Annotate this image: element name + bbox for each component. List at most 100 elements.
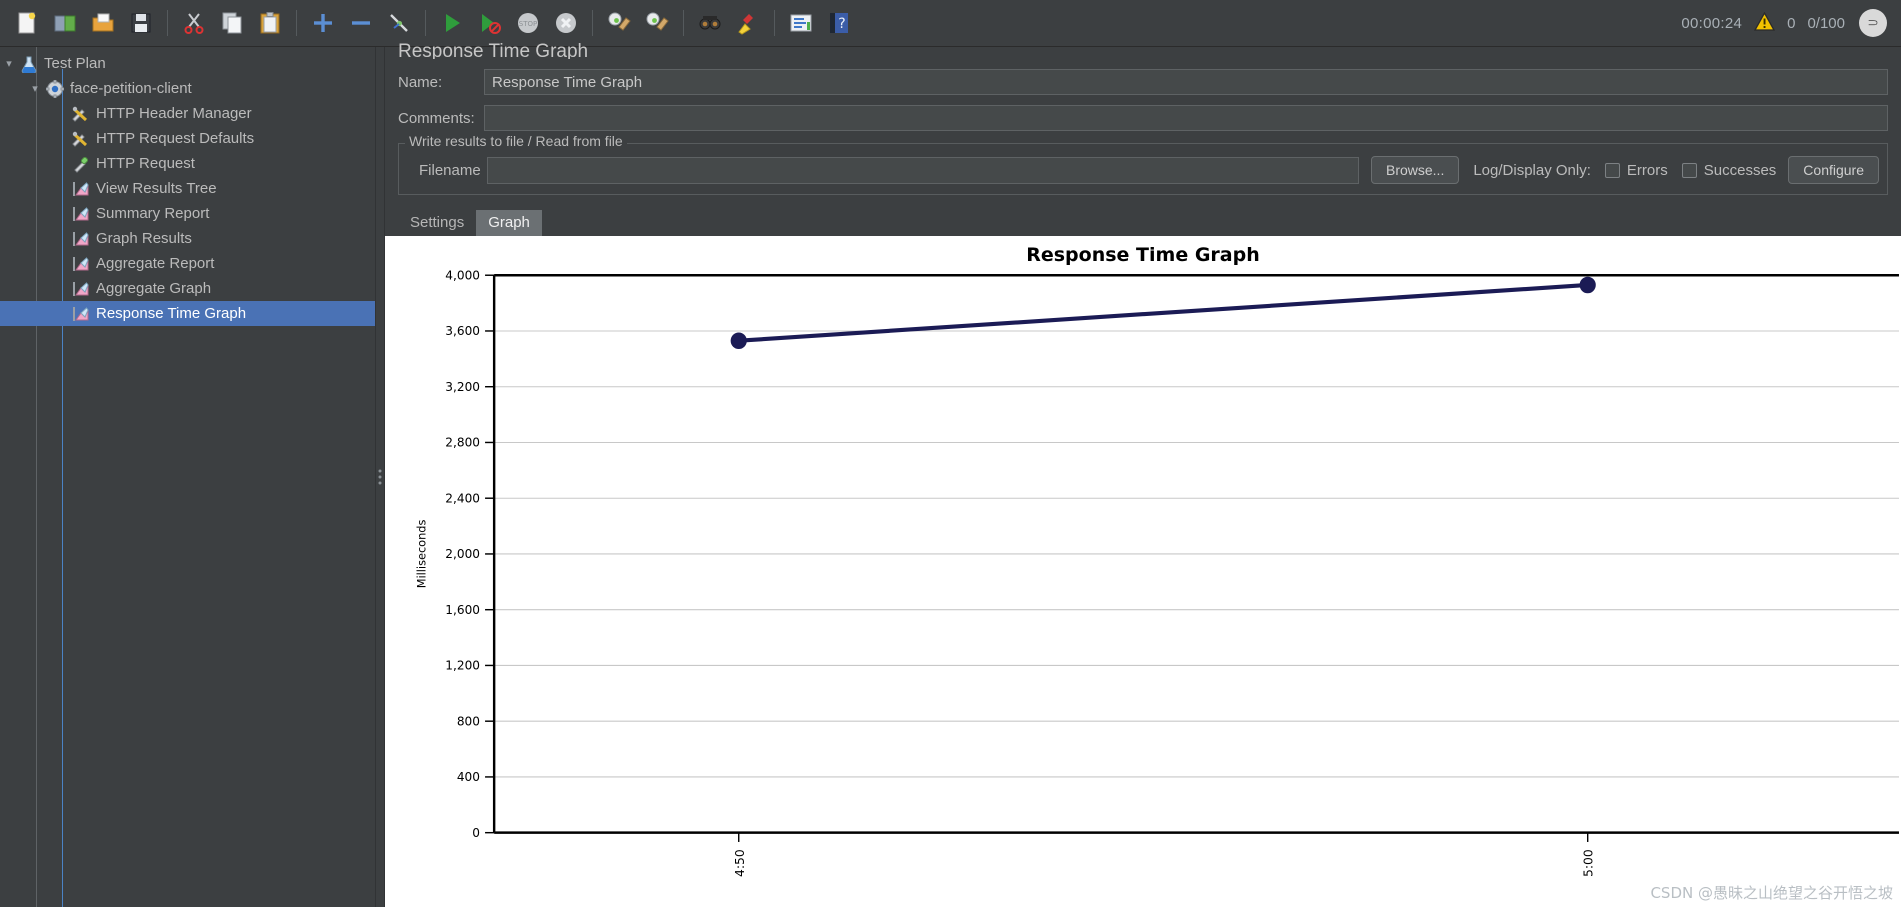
- configure-button[interactable]: Configure: [1788, 156, 1879, 184]
- tree-item-view-results-tree[interactable]: View Results Tree: [0, 176, 375, 201]
- clear-icon[interactable]: [602, 6, 636, 40]
- config-tools-icon: [70, 105, 92, 123]
- reset-search-icon[interactable]: [731, 6, 765, 40]
- tree-item-http-header-manager[interactable]: HTTP Header Manager: [0, 101, 375, 126]
- tree-item-aggregate-report[interactable]: Aggregate Report: [0, 251, 375, 276]
- shutdown-icon[interactable]: [549, 6, 583, 40]
- tree-item-test-plan[interactable]: ▾ Test Plan: [0, 51, 375, 76]
- chart-title: Response Time Graph: [1026, 244, 1260, 266]
- y-tick-label: 1,600: [445, 603, 480, 617]
- search-icon[interactable]: [693, 6, 727, 40]
- tree-item-http-request[interactable]: HTTP Request: [0, 151, 375, 176]
- toolbar-separator: [167, 10, 168, 36]
- svg-text:STOP: STOP: [519, 20, 537, 28]
- cut-icon[interactable]: [177, 6, 211, 40]
- tree-item-aggregate-graph[interactable]: Aggregate Graph: [0, 276, 375, 301]
- errors-checkbox-box[interactable]: [1604, 162, 1620, 178]
- errors-checkbox[interactable]: Errors: [1604, 162, 1668, 179]
- listener-chart-icon: [70, 205, 92, 223]
- flask-icon: [18, 55, 40, 73]
- tree-item-label: Aggregate Report: [96, 255, 215, 272]
- tree-item-label: View Results Tree: [96, 180, 217, 197]
- comments-input[interactable]: [484, 105, 1888, 131]
- y-tick-label: 4,000: [445, 268, 480, 282]
- comments-label: Comments:: [398, 109, 475, 127]
- stop-icon[interactable]: STOP: [511, 6, 545, 40]
- y-tick-label: 3,200: [445, 380, 480, 394]
- open-icon[interactable]: [86, 6, 120, 40]
- svg-text:?: ?: [838, 16, 845, 32]
- save-icon[interactable]: [124, 6, 158, 40]
- response-time-chart[interactable]: Response Time Graph 0 400 800 1,200 1,600 2,0…: [385, 236, 1901, 907]
- name-label: Name:: [398, 73, 443, 91]
- new-icon[interactable]: [10, 6, 44, 40]
- toolbar-separator: [683, 10, 684, 36]
- y-tick-label: 800: [457, 714, 480, 728]
- chevron-down-icon[interactable]: ▾: [0, 57, 18, 70]
- tree-item-label: Graph Results: [96, 230, 192, 247]
- toolbar-status: 00:00:24 0 0/100 ⸧: [1681, 9, 1893, 37]
- data-point-marker[interactable]: [730, 332, 747, 349]
- warning-icon[interactable]: [1754, 11, 1776, 34]
- tree-item-label: Response Time Graph: [96, 305, 247, 322]
- listener-chart-icon: [70, 305, 92, 323]
- collapse-icon[interactable]: [344, 6, 378, 40]
- start-no-pauses-icon[interactable]: [473, 6, 507, 40]
- y-axis-title: Milliseconds: [416, 519, 429, 588]
- help-icon[interactable]: ?: [822, 6, 856, 40]
- templates-icon[interactable]: [48, 6, 82, 40]
- chevron-down-icon[interactable]: ▾: [26, 82, 44, 95]
- toolbar-separator: [296, 10, 297, 36]
- function-helper-icon[interactable]: [784, 6, 818, 40]
- test-plan-tree[interactable]: ▾ Test Plan ▾ face-petition-client HTTP Head…: [0, 47, 375, 907]
- editor-tabs: Settings Graph: [398, 209, 1901, 236]
- y-tick-label: 400: [457, 770, 480, 784]
- name-input[interactable]: [484, 69, 1888, 95]
- series-line: [738, 282, 1588, 343]
- tree-item-label: Summary Report: [96, 205, 210, 222]
- clear-all-icon[interactable]: [640, 6, 674, 40]
- tab-settings[interactable]: Settings: [398, 210, 476, 236]
- tree-item-graph-results[interactable]: Graph Results: [0, 226, 375, 251]
- expand-icon[interactable]: [306, 6, 340, 40]
- successes-checkbox-box[interactable]: [1681, 162, 1697, 178]
- data-point-marker[interactable]: [1579, 276, 1596, 294]
- tree-item-label: face-petition-client: [70, 80, 192, 97]
- listener-chart-icon: [70, 255, 92, 273]
- filename-input[interactable]: [487, 156, 1359, 184]
- splitter-grip-icon: [378, 469, 382, 485]
- filename-row: Filename Browse... Log/Display Only: Err…: [407, 156, 1879, 184]
- tree-item-face-petition-client[interactable]: ▾ face-petition-client: [0, 76, 375, 101]
- listener-chart-icon: [70, 280, 92, 298]
- log-display-only-label: Log/Display Only:: [1473, 161, 1591, 179]
- comments-row: Comments:: [385, 105, 1901, 131]
- successes-checkbox-label: Successes: [1703, 161, 1777, 179]
- filename-label: Filename: [419, 161, 481, 179]
- y-tick-label: 2,000: [445, 547, 480, 561]
- tree-item-label: Test Plan: [44, 55, 106, 72]
- successes-checkbox[interactable]: Successes: [1681, 161, 1777, 179]
- tree-item-summary-report[interactable]: Summary Report: [0, 201, 375, 226]
- start-icon[interactable]: [435, 6, 469, 40]
- tab-graph[interactable]: Graph: [476, 210, 542, 236]
- thread-group-icon: [44, 79, 66, 98]
- remote-status-icon[interactable]: ⸧: [1859, 9, 1887, 37]
- elapsed-timer: 00:00:24: [1681, 14, 1743, 32]
- x-tick-label: 4:50: [733, 849, 747, 877]
- tree-item-label: HTTP Header Manager: [96, 105, 252, 122]
- y-tick-label: 2,800: [445, 435, 480, 449]
- active-threads-count: 0/100: [1807, 14, 1845, 32]
- tree-item-response-time-graph[interactable]: Response Time Graph: [0, 301, 375, 326]
- name-row: Name:: [385, 69, 1901, 95]
- tree-item-label: HTTP Request: [96, 155, 195, 172]
- toggle-icon[interactable]: [382, 6, 416, 40]
- panel-splitter[interactable]: [375, 47, 385, 907]
- toolbar-separator: [592, 10, 593, 36]
- tree-item-http-request-defaults[interactable]: HTTP Request Defaults: [0, 126, 375, 151]
- sampler-pipette-icon: [70, 155, 92, 173]
- y-tick-label: 2,400: [445, 491, 480, 505]
- browse-button[interactable]: Browse...: [1370, 156, 1460, 184]
- warning-count: 0: [1787, 14, 1796, 32]
- copy-icon[interactable]: [215, 6, 249, 40]
- paste-icon[interactable]: [253, 6, 287, 40]
